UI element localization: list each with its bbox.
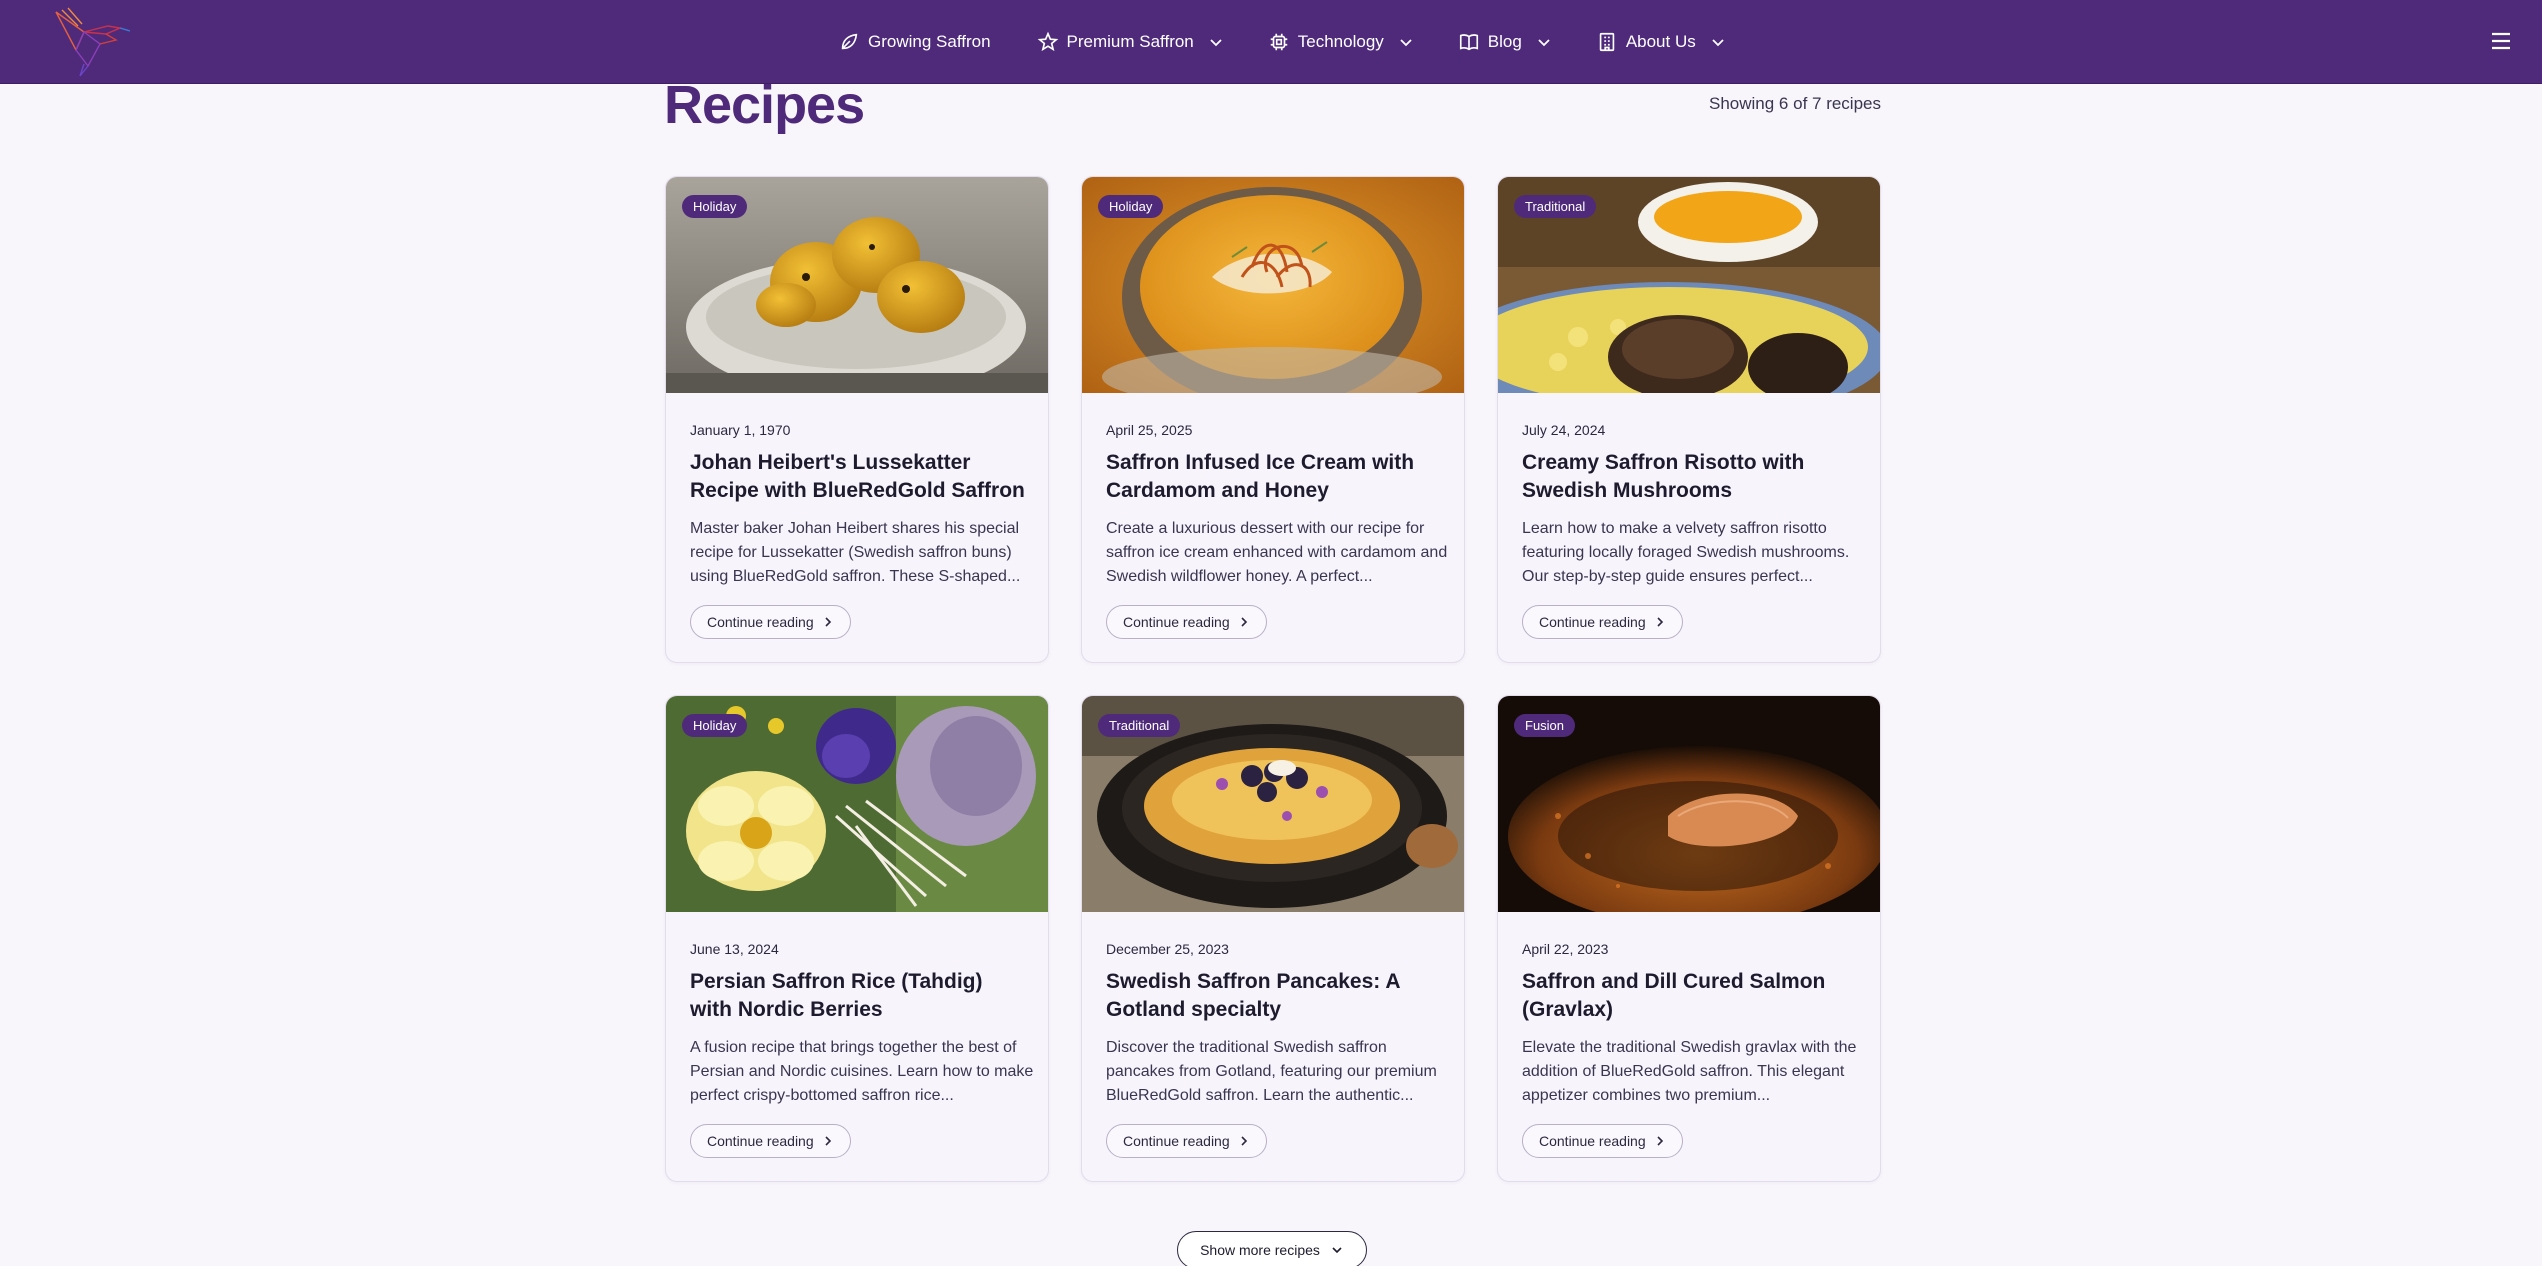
- nav-growing-saffron[interactable]: Growing Saffron: [838, 0, 991, 84]
- continue-reading-label: Continue reading: [1539, 614, 1646, 630]
- recipe-title[interactable]: Swedish Saffron Pancakes: A Gotland spec…: [1106, 968, 1446, 1024]
- chevron-down-icon: [1210, 39, 1222, 47]
- recipe-title[interactable]: Persian Saffron Rice (Tahdig) with Nordi…: [690, 968, 1030, 1024]
- recipe-description: A fusion recipe that brings together the…: [690, 1039, 1034, 1104]
- chevron-right-icon: [825, 617, 831, 627]
- recipe-date: April 22, 2023: [1522, 941, 1609, 957]
- nav-label: Premium Saffron: [1066, 32, 1194, 51]
- continue-reading-button[interactable]: Continue reading: [690, 1124, 851, 1158]
- chevron-down-icon: [1538, 39, 1550, 47]
- recipe-title[interactable]: Creamy Saffron Risotto with Swedish Mush…: [1522, 449, 1862, 505]
- continue-reading-button[interactable]: Continue reading: [1106, 605, 1267, 639]
- continue-reading-label: Continue reading: [1539, 1133, 1646, 1149]
- recipe-title[interactable]: Saffron and Dill Cured Salmon (Gravlax): [1522, 968, 1862, 1024]
- building-icon: [1599, 32, 1615, 52]
- recipe-title[interactable]: Johan Heibert's Lussekatter Recipe with …: [690, 449, 1030, 505]
- page-title: Recipes: [664, 75, 865, 135]
- category-badge: Traditional: [1514, 195, 1597, 218]
- nav-label: Growing Saffron: [868, 32, 991, 51]
- recipe-card[interactable]: Holiday January 1, 1970 Johan Heibert's …: [665, 176, 1049, 663]
- recipe-title[interactable]: Saffron Infused Ice Cream with Cardamom …: [1106, 449, 1446, 505]
- continue-reading-label: Continue reading: [1123, 1133, 1230, 1149]
- nav-label: Blog: [1487, 32, 1522, 51]
- recipe-card[interactable]: Traditional December 25, 2023 Swedish Sa…: [1081, 695, 1465, 1182]
- nav-blog[interactable]: Blog: [1458, 0, 1552, 84]
- recipe-card[interactable]: Holiday June 13, 2024 Persian Saffron Ri…: [665, 695, 1049, 1182]
- category-badge: Holiday: [1098, 195, 1164, 218]
- continue-reading-button[interactable]: Continue reading: [690, 605, 851, 639]
- show-more-button[interactable]: Show more recipes: [1177, 1231, 1367, 1266]
- continue-reading-label: Continue reading: [1123, 614, 1230, 630]
- chevron-right-icon: [825, 1136, 831, 1146]
- nav-premium-saffron[interactable]: Premium Saffron: [1037, 0, 1224, 84]
- continue-reading-label: Continue reading: [707, 1133, 814, 1149]
- chevron-right-icon: [1241, 1136, 1247, 1146]
- chip-icon: [1270, 33, 1288, 51]
- chevron-right-icon: [1241, 617, 1247, 627]
- recipe-description: Master baker Johan Heibert shares his sp…: [690, 520, 1021, 585]
- leaf-icon: [841, 33, 858, 50]
- recipe-count: Showing 6 of 7 recipes: [1709, 94, 1881, 113]
- continue-reading-button[interactable]: Continue reading: [1522, 1124, 1683, 1158]
- nav-about-us[interactable]: About Us: [1596, 0, 1726, 84]
- continue-reading-button[interactable]: Continue reading: [1522, 605, 1683, 639]
- book-icon: [1459, 34, 1478, 51]
- recipe-card[interactable]: Holiday April 25, 2025 Saffron Infused I…: [1081, 176, 1465, 663]
- chevron-right-icon: [1657, 617, 1663, 627]
- recipe-date: January 1, 1970: [690, 422, 791, 438]
- show-more-label: Show more recipes: [1200, 1242, 1320, 1258]
- top-navbar: Growing Saffron Premium Saffron Technolo…: [0, 0, 2542, 84]
- chevron-down-icon: [1332, 1247, 1342, 1254]
- recipe-card[interactable]: Fusion April 22, 2023 Saffron and Dill C…: [1497, 695, 1881, 1182]
- recipe-date: December 25, 2023: [1106, 941, 1229, 957]
- chevron-down-icon: [1400, 39, 1412, 47]
- hummingbird-logo[interactable]: [48, 4, 132, 80]
- chevron-right-icon: [1657, 1136, 1663, 1146]
- menu-icon[interactable]: [2488, 28, 2514, 54]
- chevron-down-icon: [1712, 39, 1724, 47]
- recipe-date: April 25, 2025: [1106, 422, 1193, 438]
- star-icon: [1037, 31, 1058, 52]
- category-badge: Fusion: [1514, 714, 1576, 737]
- category-badge: Holiday: [682, 714, 748, 737]
- category-badge: Traditional: [1098, 714, 1181, 737]
- continue-reading-button[interactable]: Continue reading: [1106, 1124, 1267, 1158]
- continue-reading-label: Continue reading: [707, 614, 814, 630]
- category-badge: Holiday: [682, 195, 748, 218]
- recipe-description: Elevate the traditional Swedish gravlax …: [1522, 1039, 1857, 1104]
- nav-technology[interactable]: Technology: [1268, 0, 1414, 84]
- nav-label: Technology: [1297, 32, 1384, 51]
- recipe-date: June 13, 2024: [690, 941, 779, 957]
- nav-label: About Us: [1625, 32, 1696, 51]
- recipe-date: July 24, 2024: [1522, 422, 1606, 438]
- recipe-card[interactable]: Traditional July 24, 2024 Creamy Saffron…: [1497, 176, 1881, 663]
- recipe-description: Create a luxurious dessert with our reci…: [1106, 520, 1448, 585]
- recipe-description: Discover the traditional Swedish saffron…: [1106, 1039, 1437, 1104]
- recipe-description: Learn how to make a velvety saffron riso…: [1522, 520, 1850, 585]
